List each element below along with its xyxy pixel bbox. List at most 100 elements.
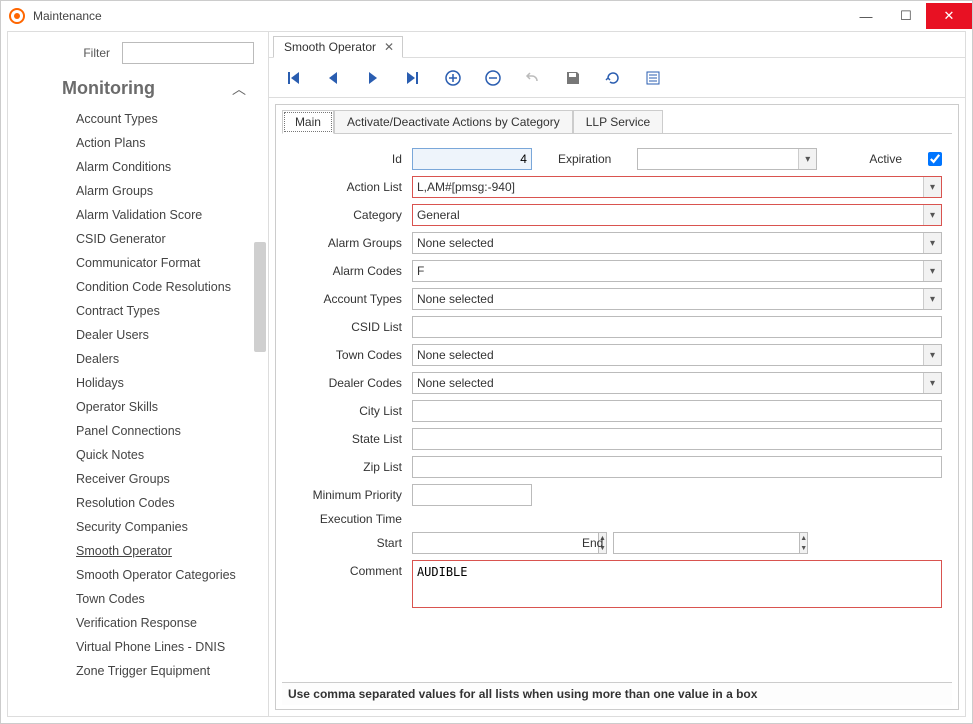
sidebar-item[interactable]: CSID Generator — [8, 227, 268, 251]
undo-button[interactable] — [523, 68, 543, 88]
dropdown-icon: ▾ — [923, 205, 941, 225]
dealer-codes-label: Dealer Codes — [292, 376, 412, 390]
sidebar-item[interactable]: Alarm Groups — [8, 179, 268, 203]
maintenance-window: Maintenance — ☐ ✕ Filter Monitoring ︿ Ac… — [0, 0, 973, 724]
prev-record-button[interactable] — [323, 68, 343, 88]
next-record-button[interactable] — [363, 68, 383, 88]
sidebar-item[interactable]: Quick Notes — [8, 443, 268, 467]
last-record-button[interactable] — [403, 68, 423, 88]
start-time-field[interactable]: ▲▼ — [412, 532, 542, 554]
account-types-label: Account Types — [292, 292, 412, 306]
sidebar-item[interactable]: Town Codes — [8, 587, 268, 611]
doc-tab-label: Smooth Operator — [284, 40, 376, 54]
close-button[interactable]: ✕ — [926, 3, 972, 29]
zip-list-field[interactable] — [412, 456, 942, 478]
remove-button[interactable] — [483, 68, 503, 88]
start-label: Start — [292, 536, 412, 550]
minimize-button[interactable]: — — [846, 3, 886, 29]
alarm-groups-label: Alarm Groups — [292, 236, 412, 250]
sidebar-item[interactable]: Security Companies — [8, 515, 268, 539]
sidebar-item[interactable]: Alarm Conditions — [8, 155, 268, 179]
filter-input[interactable] — [122, 42, 254, 64]
state-list-field[interactable] — [412, 428, 942, 450]
sidebar-item[interactable]: Condition Code Resolutions — [8, 275, 268, 299]
list-button[interactable] — [643, 68, 663, 88]
zip-list-label: Zip List — [292, 460, 412, 474]
close-tab-icon[interactable]: ✕ — [384, 40, 394, 54]
filter-label: Filter — [22, 46, 122, 60]
town-codes-label: Town Codes — [292, 348, 412, 362]
nav-tree: Account TypesAction PlansAlarm Condition… — [8, 105, 268, 716]
dropdown-icon: ▾ — [923, 345, 941, 365]
dealer-codes-field[interactable]: None selected▾ — [412, 372, 942, 394]
alarm-codes-field[interactable]: F▾ — [412, 260, 942, 282]
scrollbar-thumb[interactable] — [254, 242, 266, 352]
section-header[interactable]: Monitoring ︿ — [8, 70, 268, 105]
sidebar-item[interactable]: Smooth Operator Categories — [8, 563, 268, 587]
maximize-button[interactable]: ☐ — [886, 3, 926, 29]
subtab[interactable]: LLP Service — [573, 110, 663, 134]
city-list-label: City List — [292, 404, 412, 418]
csid-list-label: CSID List — [292, 320, 412, 334]
main-pane: Smooth Operator ✕ MainActivate/Deactivat… — [269, 32, 965, 716]
document-tabs: Smooth Operator ✕ — [269, 32, 965, 58]
sidebar-item[interactable]: Account Types — [8, 107, 268, 131]
sidebar-item[interactable]: Resolution Codes — [8, 491, 268, 515]
state-list-label: State List — [292, 432, 412, 446]
sidebar-item[interactable]: Zone Trigger Equipment — [8, 659, 268, 683]
town-codes-field[interactable]: None selected▾ — [412, 344, 942, 366]
titlebar: Maintenance — ☐ ✕ — [1, 1, 972, 31]
sidebar-item[interactable]: Holidays — [8, 371, 268, 395]
comment-label: Comment — [292, 560, 412, 578]
min-priority-field[interactable] — [412, 484, 532, 506]
active-checkbox[interactable] — [928, 152, 942, 166]
sidebar-item[interactable]: Dealer Users — [8, 323, 268, 347]
sidebar-item[interactable]: Dealers — [8, 347, 268, 371]
category-field[interactable]: General▾ — [412, 204, 942, 226]
action-list-label: Action List — [292, 180, 412, 194]
csid-list-field[interactable] — [412, 316, 942, 338]
active-label: Active — [869, 152, 902, 166]
alarm-groups-field[interactable]: None selected▾ — [412, 232, 942, 254]
add-button[interactable] — [443, 68, 463, 88]
dropdown-icon: ▾ — [923, 289, 941, 309]
first-record-button[interactable] — [283, 68, 303, 88]
comment-field[interactable] — [412, 560, 942, 608]
sidebar-item[interactable]: Communicator Format — [8, 251, 268, 275]
city-list-field[interactable] — [412, 400, 942, 422]
end-time-field[interactable]: ▲▼ — [613, 532, 743, 554]
chevron-up-icon: ︿ — [232, 79, 254, 99]
expiration-field[interactable]: ▾ — [637, 148, 817, 170]
account-types-field[interactable]: None selected▾ — [412, 288, 942, 310]
sidebar-item[interactable]: Verification Response — [8, 611, 268, 635]
sidebar-item[interactable]: Panel Connections — [8, 419, 268, 443]
spin-down-icon[interactable]: ▼ — [800, 543, 807, 553]
sidebar-item[interactable]: Virtual Phone Lines - DNIS — [8, 635, 268, 659]
subtabs: MainActivate/Deactivate Actions by Categ… — [282, 109, 952, 134]
sidebar-item[interactable]: Alarm Validation Score — [8, 203, 268, 227]
sidebar: Filter Monitoring ︿ Account TypesAction … — [8, 32, 269, 716]
dropdown-icon: ▾ — [923, 177, 941, 197]
sidebar-item[interactable]: Operator Skills — [8, 395, 268, 419]
action-list-field[interactable]: L,AM#[pmsg:-940]▾ — [412, 176, 942, 198]
sidebar-item[interactable]: Receiver Groups — [8, 467, 268, 491]
id-field[interactable] — [412, 148, 532, 170]
sidebar-item[interactable]: Contract Types — [8, 299, 268, 323]
form-main: Id Expiration ▾ Active Action List L,AM# — [282, 134, 952, 682]
doc-tab-smooth-operator[interactable]: Smooth Operator ✕ — [273, 36, 403, 58]
subtab[interactable]: Activate/Deactivate Actions by Category — [334, 110, 573, 134]
save-button[interactable] — [563, 68, 583, 88]
subtab[interactable]: Main — [282, 110, 334, 134]
alarm-codes-label: Alarm Codes — [292, 264, 412, 278]
category-label: Category — [292, 208, 412, 222]
sidebar-item[interactable]: Smooth Operator — [8, 539, 268, 563]
refresh-button[interactable] — [603, 68, 623, 88]
sidebar-item[interactable]: Action Plans — [8, 131, 268, 155]
id-label: Id — [292, 152, 412, 166]
section-title: Monitoring — [62, 78, 232, 99]
spin-up-icon[interactable]: ▲ — [800, 533, 807, 543]
min-priority-label: Minimum Priority — [292, 488, 412, 502]
dropdown-icon: ▾ — [923, 261, 941, 281]
exec-time-label: Execution Time — [292, 512, 412, 526]
window-controls: — ☐ ✕ — [846, 3, 972, 29]
